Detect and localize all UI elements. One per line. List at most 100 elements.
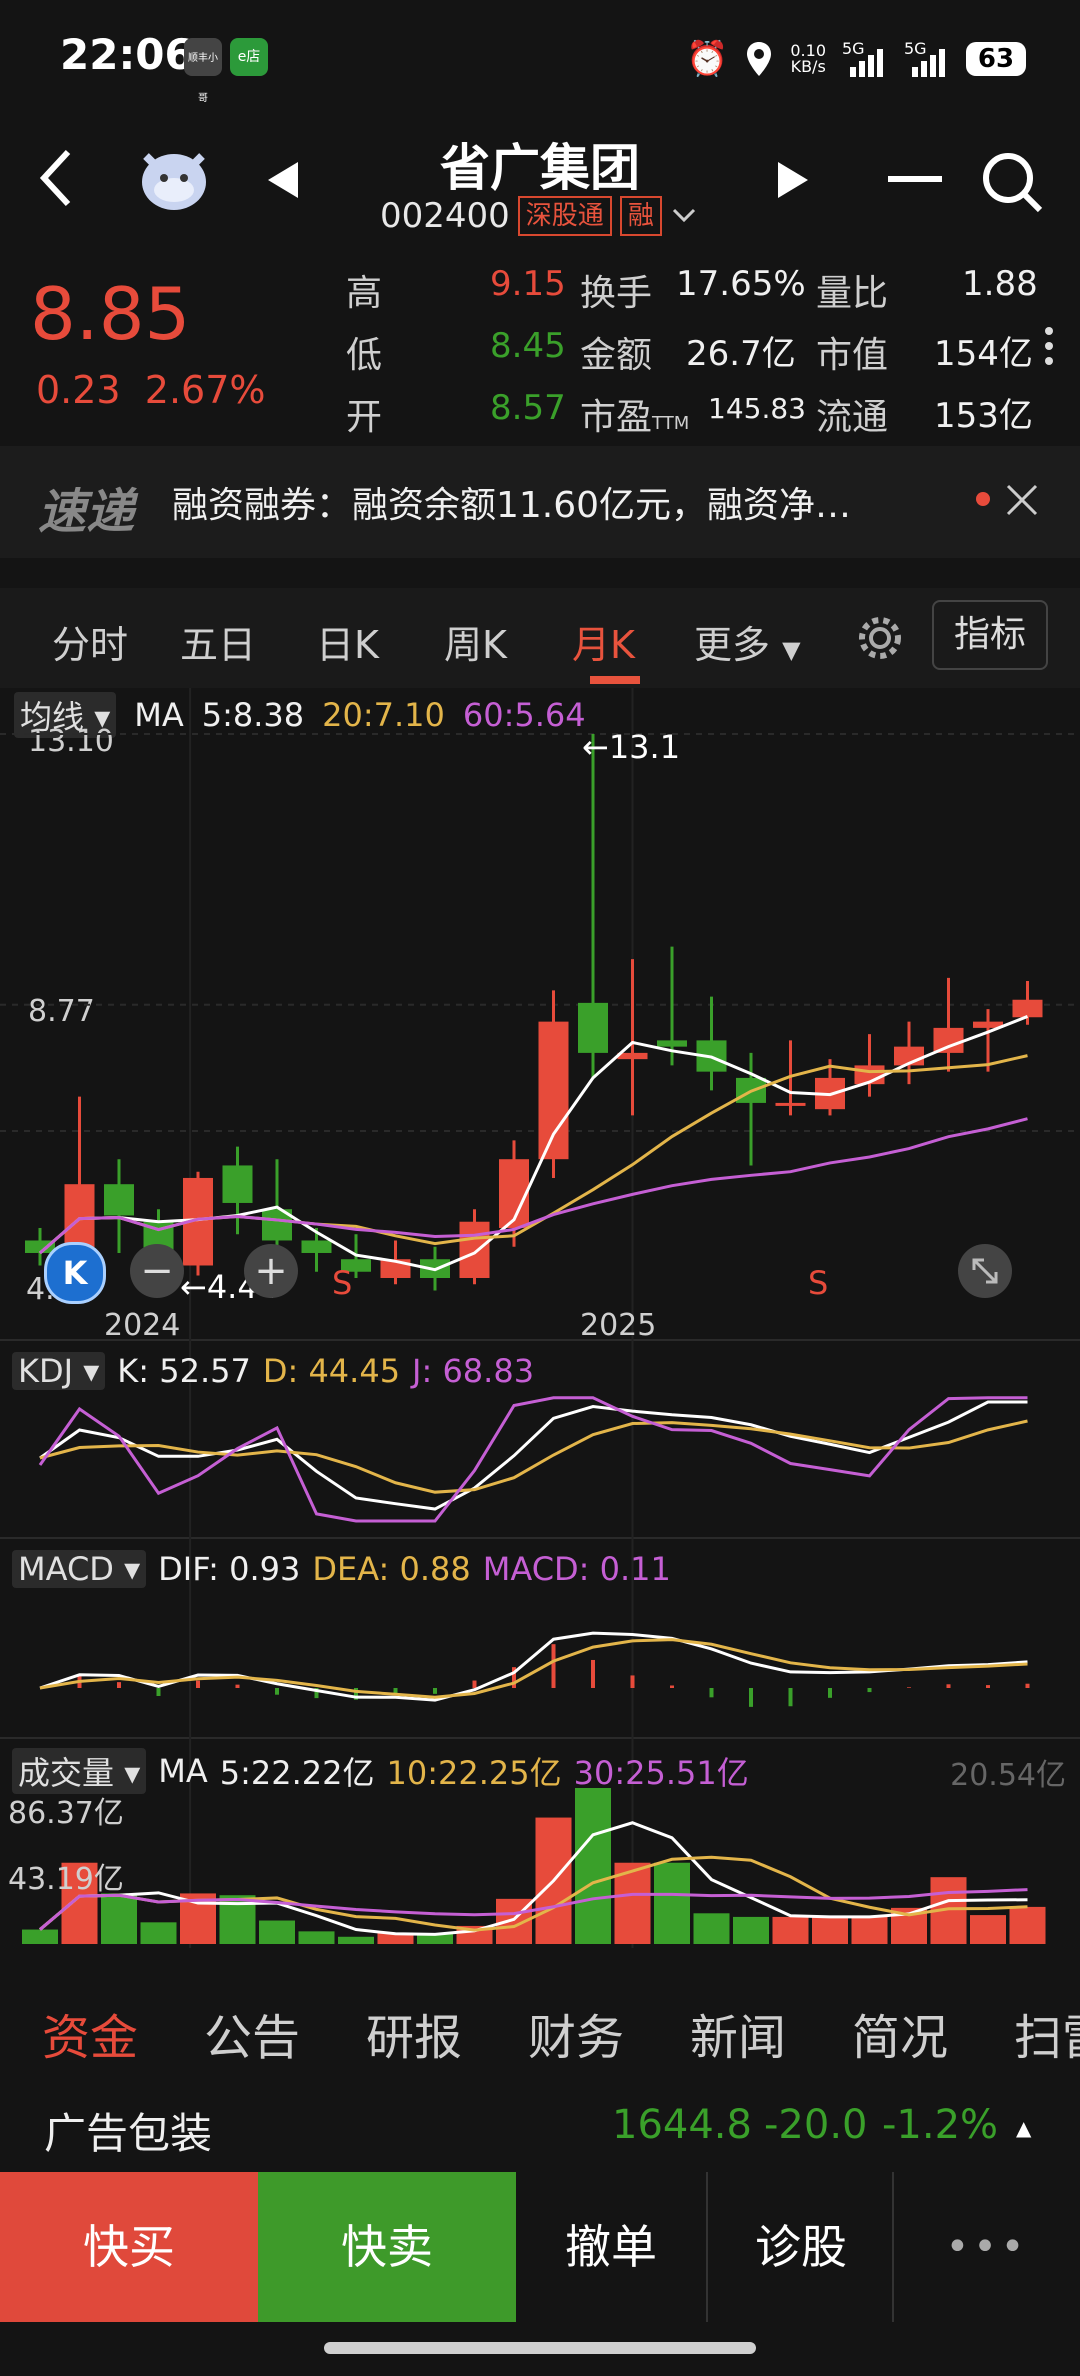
candle-body [657,1040,687,1047]
app-badge-icon: e店 [230,38,268,76]
sector-change-pct: -1.2% [882,2102,999,2148]
news-ticker[interactable]: 速递 融资融券：融资余额11.60亿元，融资净… [0,446,1080,558]
candle-body [933,1027,964,1053]
kdj-d: D: 44.45 [262,1352,401,1390]
chevron-down-icon [672,208,695,223]
quick-buy-button[interactable]: 快买 [0,2172,258,2322]
macd-dea-line [39,1638,1028,1699]
tab-research[interactable]: 研报 [366,1998,462,2068]
kdj-j-line [38,1396,1028,1523]
amount-value: 26.7亿 [686,334,796,374]
quick-sell-button[interactable]: 快卖 [258,2172,516,2322]
tab-scan-clip: 扫雷 [1014,1998,1080,2062]
tab-intraday[interactable]: 分时 [52,614,128,669]
sector-name: 广告包装 [44,2109,213,2158]
macd-selector[interactable]: MACD ▾ [12,1550,147,1588]
tab-five-day[interactable]: 五日 [180,614,256,669]
volume-bar [259,1920,295,1944]
search-button[interactable] [980,150,1044,218]
vol-ratio-label: 量比 [816,273,889,314]
gear-icon[interactable] [852,610,908,666]
signal-icon: 5G [842,39,888,79]
tab-financials[interactable]: 财务 [528,1998,624,2068]
kdj-legend: KDJ ▾ K: 52.57 D: 44.45 J: 68.83 [12,1352,534,1390]
next-stock-button[interactable] [776,160,810,204]
tab-monthly[interactable]: 月K [572,614,635,669]
float-value: 153亿 [934,396,1033,436]
zoom-out-button[interactable]: − [130,1244,184,1298]
candle-body [301,1240,332,1253]
volume-bar [575,1788,611,1944]
vol-ratio-value: 1.88 [962,264,1038,304]
tag-connect: 深股通 [517,196,612,236]
vol-ma5: 5:22.22亿 [219,1754,375,1792]
cancel-order-button[interactable]: 撤单 [516,2172,706,2322]
fullscreen-button[interactable] [958,1244,1012,1298]
macd-value: MACD: 0.11 [482,1550,671,1588]
kdj-k: K: 52.57 [117,1352,251,1390]
volume-bar [693,1913,730,1944]
signal-icon: 5G [904,39,950,79]
tab-more[interactable]: 更多 ▼ [694,614,801,669]
mkt-cap-value: 154亿 [934,334,1033,374]
volume-bar [140,1922,177,1944]
status-bar: 22:06 顺丰小哥 e店 ⏰ 0.10 KB/s 5G 5G 63 [0,0,1080,120]
candle-body [104,1184,134,1216]
caret-up-icon[interactable]: ▲ [1016,2116,1031,2140]
tab-funds[interactable]: 资金 [42,1998,138,2068]
chart-area[interactable]: 均线 ▾ MA 5:8.38 20:7.10 60:5.64 13.10 8.7… [0,688,1080,1948]
chart-tab-bar: 分时 五日 日K 周K 月K 更多 ▼ 指标 [0,588,1080,688]
macd-legend: MACD ▾ DIF: 0.93 DEA: 0.88 MACD: 0.11 [12,1550,671,1588]
volume-y-top: 86.37亿 [8,1796,124,1831]
app-badge-icon: 顺丰小哥 [184,38,222,104]
k-logo-icon[interactable]: K [44,1242,106,1304]
volume-bar [101,1893,137,1944]
low-label: 低 [346,335,383,376]
pe-label: 市盈TTM [580,397,690,438]
sector-change: -20.0 [764,2102,868,2148]
high-value: 9.15 [490,264,566,304]
zoom-in-button[interactable]: + [244,1244,298,1298]
candle-body [222,1165,253,1203]
x-label-2025: 2025 [580,1308,657,1343]
tab-daily[interactable]: 日K [316,614,379,669]
unread-dot [976,492,990,506]
sector-row[interactable]: 广告包装 1644.8 -20.0 -1.2% ▲ [0,2086,1080,2172]
open-label: 开 [346,397,383,438]
candle-body [538,1021,569,1160]
stock-code-row[interactable]: 002400 深股通 融 [380,196,698,236]
minus-icon[interactable] [888,176,942,182]
more-button[interactable]: ••• [894,2172,1080,2322]
kdj-j: J: 68.83 [412,1352,535,1390]
candle-body [578,1002,608,1053]
macd-dif-line [39,1631,1028,1702]
tab-news[interactable]: 新闻 [690,1998,786,2068]
news-text: 融资融券：融资余额11.60亿元，融资净… [172,485,852,526]
kdj-selector[interactable]: KDJ ▾ [12,1352,106,1390]
expand-icon [972,1258,998,1284]
close-icon[interactable] [1004,482,1040,518]
location-icon [747,42,772,76]
turnover-label: 换手 [580,273,653,314]
status-time: 22:06 [60,30,194,79]
tab-announcements[interactable]: 公告 [204,1998,300,2068]
diagnose-button[interactable]: 诊股 [708,2172,894,2322]
current-price: 8.85 [30,272,191,356]
indicator-button[interactable]: 指标 [932,600,1048,670]
mkt-cap-label: 市值 [816,335,889,376]
tab-weekly[interactable]: 周K [444,614,507,669]
price-change: 0.23 2.67% [36,368,266,412]
home-indicator[interactable] [324,2342,756,2354]
sector-value: 1644.8 [612,2102,752,2148]
x-label-2024: 2024 [104,1308,181,1343]
volume-bar [970,1915,1006,1944]
volume-bar [22,1929,58,1944]
caret-down-icon: ▼ [782,636,801,664]
max-price-mark: ←13.1 [582,728,681,766]
stock-name: 省广集团 [440,139,640,197]
volume-bar [851,1916,888,1944]
tab-profile[interactable]: 简况 [852,1998,948,2068]
more-vertical-icon[interactable] [1044,326,1054,370]
turnover-value: 17.65% [676,264,806,304]
tab-scan[interactable]: 扫雷 [1014,1998,1080,2062]
